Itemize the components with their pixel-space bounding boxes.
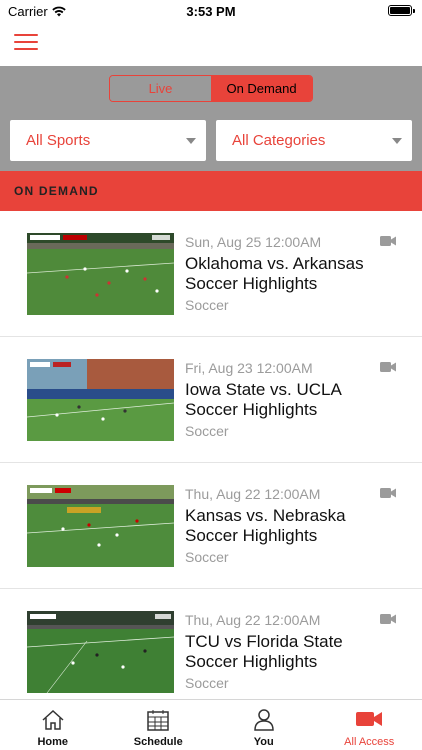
tab-home[interactable]: Home <box>0 700 106 750</box>
item-title: TCU vs Florida State Soccer Highlights <box>185 632 343 671</box>
item-date: Thu, Aug 22 12:00AM <box>185 612 321 628</box>
section-title: ON DEMAND <box>14 184 99 198</box>
list-item[interactable]: Fri, Aug 23 12:00AM Iowa State vs. UCLA … <box>0 337 422 463</box>
item-date: Fri, Aug 23 12:00AM <box>185 360 313 376</box>
battery-icon <box>388 5 415 16</box>
sports-dropdown-value: All Sports <box>26 132 91 149</box>
item-date: Sun, Aug 25 12:00AM <box>185 234 322 250</box>
item-title: Kansas vs. Nebraska Soccer Highlights <box>185 506 346 545</box>
item-title: Oklahoma vs. Arkansas Soccer Highlights <box>185 254 364 293</box>
status-bar: Carrier 3:53 PM <box>0 0 422 22</box>
list-item[interactable]: Thu, Aug 22 12:00AM Kansas vs. Nebraska … <box>0 463 422 589</box>
categories-dropdown[interactable]: All Categories <box>216 120 412 161</box>
chevron-down-icon <box>392 138 402 144</box>
categories-dropdown-value: All Categories <box>232 132 326 149</box>
segment-live[interactable]: Live <box>110 76 211 101</box>
tab-schedule[interactable]: Schedule <box>106 700 212 750</box>
video-camera-icon <box>380 488 396 498</box>
tab-bar: Home Schedule You All Access <box>0 699 422 750</box>
hamburger-menu-icon[interactable] <box>14 34 38 52</box>
item-title: Iowa State vs. UCLA Soccer Highlights <box>185 380 341 419</box>
person-icon <box>253 709 274 731</box>
segment-on-demand[interactable]: On Demand <box>211 76 312 101</box>
tab-label: You <box>253 736 274 748</box>
item-sport: Soccer <box>185 549 229 565</box>
video-list: Sun, Aug 25 12:00AM Oklahoma vs. Arkansa… <box>0 211 422 699</box>
video-camera-icon <box>380 236 396 246</box>
tab-you[interactable]: You <box>211 700 317 750</box>
tab-label: Home <box>37 736 69 748</box>
video-thumbnail <box>27 611 174 693</box>
video-camera-icon <box>380 614 396 624</box>
item-sport: Soccer <box>185 297 229 313</box>
list-item[interactable]: Thu, Aug 22 12:00AM TCU vs Florida State… <box>0 589 422 699</box>
tab-all-access[interactable]: All Access <box>317 700 422 750</box>
item-date: Thu, Aug 22 12:00AM <box>185 486 321 502</box>
item-sport: Soccer <box>185 423 229 439</box>
tab-label: Schedule <box>133 736 183 748</box>
chevron-down-icon <box>186 138 196 144</box>
app-header <box>0 22 422 66</box>
calendar-icon <box>147 710 169 731</box>
video-camera-icon <box>380 362 396 372</box>
list-item[interactable]: Sun, Aug 25 12:00AM Oklahoma vs. Arkansa… <box>0 211 422 337</box>
video-camera-icon <box>356 712 383 726</box>
live-ondemand-toggle: Live On Demand <box>109 75 313 102</box>
video-thumbnail <box>27 359 174 441</box>
tab-label: All Access <box>344 736 395 748</box>
video-thumbnail <box>27 485 174 567</box>
status-time: 3:53 PM <box>186 4 236 19</box>
filter-area: Live On Demand All Sports All Categories <box>0 66 422 171</box>
sports-dropdown[interactable]: All Sports <box>10 120 206 161</box>
home-icon <box>42 709 64 730</box>
section-header: ON DEMAND <box>0 171 422 211</box>
item-sport: Soccer <box>185 675 229 691</box>
video-thumbnail <box>27 233 174 315</box>
